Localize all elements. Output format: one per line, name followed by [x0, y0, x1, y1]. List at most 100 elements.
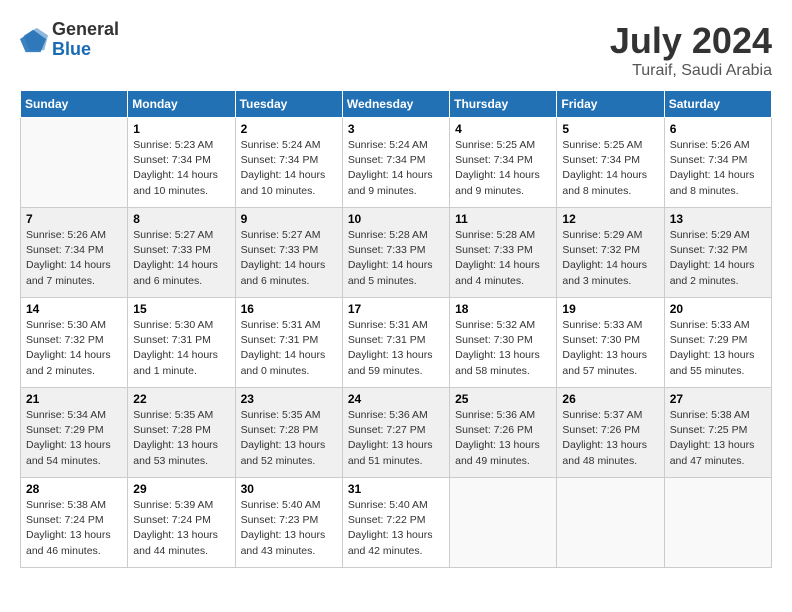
calendar-cell: 24 Sunrise: 5:36 AMSunset: 7:27 PMDayligh… [342, 388, 449, 478]
calendar-cell: 16Sunrise: 5:31 AMSunset: 7:31 PMDayligh… [235, 298, 342, 388]
day-number: 23 [241, 392, 337, 406]
day-number: 2 [241, 122, 337, 136]
day-number: 4 [455, 122, 551, 136]
week-row-3: 14Sunrise: 5:30 AMSunset: 7:32 PMDayligh… [21, 298, 772, 388]
day-info: Sunrise: 5:40 AMSunset: 7:23 PMDaylight:… [241, 498, 337, 559]
calendar-cell: 14Sunrise: 5:30 AMSunset: 7:32 PMDayligh… [21, 298, 128, 388]
week-row-2: 7Sunrise: 5:26 AMSunset: 7:34 PMDaylight… [21, 208, 772, 298]
logo: General Blue [20, 20, 119, 60]
day-number: 6 [670, 122, 766, 136]
day-info: Sunrise: 5:30 AMSunset: 7:31 PMDaylight:… [133, 318, 229, 379]
day-number: 26 [562, 392, 658, 406]
day-number: 17 [348, 302, 444, 316]
logo-icon [20, 26, 48, 54]
day-number: 7 [26, 212, 122, 226]
day-number: 25 [455, 392, 551, 406]
day-info: Sunrise: 5:38 AMSunset: 7:24 PMDaylight:… [26, 498, 122, 559]
day-info: Sunrise: 5:33 AMSunset: 7:29 PMDaylight:… [670, 318, 766, 379]
day-number: 15 [133, 302, 229, 316]
week-row-4: 21Sunrise: 5:34 AMSunset: 7:29 PMDayligh… [21, 388, 772, 478]
day-number: 9 [241, 212, 337, 226]
calendar-cell: 15 Sunrise: 5:30 AMSunset: 7:31 PMDayligh… [128, 298, 235, 388]
calendar-cell: 30 Sunrise: 5:40 AMSunset: 7:23 PMDayligh… [235, 478, 342, 568]
day-info: Sunrise: 5:37 AMSunset: 7:26 PMDaylight:… [562, 408, 658, 469]
calendar-cell: 6 Sunrise: 5:26 AMSunset: 7:34 PMDaylight… [664, 118, 771, 208]
day-info: Sunrise: 5:38 AMSunset: 7:25 PMDaylight:… [670, 408, 766, 469]
calendar-cell: 17 Sunrise: 5:31 AMSunset: 7:31 PMDayligh… [342, 298, 449, 388]
week-row-5: 28 Sunrise: 5:38 AMSunset: 7:24 PMDayligh… [21, 478, 772, 568]
calendar-cell: 9 Sunrise: 5:27 AMSunset: 7:33 PMDaylight… [235, 208, 342, 298]
day-info: Sunrise: 5:25 AMSunset: 7:34 PMDaylight:… [455, 138, 551, 199]
calendar-cell: 11Sunrise: 5:28 AMSunset: 7:33 PMDayligh… [450, 208, 557, 298]
calendar-cell [664, 478, 771, 568]
calendar-cell: 27 Sunrise: 5:38 AMSunset: 7:25 PMDayligh… [664, 388, 771, 478]
title-section: July 2024 Turaif, Saudi Arabia [610, 20, 772, 80]
day-info: Sunrise: 5:35 AMSunset: 7:28 PMDaylight:… [133, 408, 229, 469]
day-number: 19 [562, 302, 658, 316]
month-title: July 2024 [610, 20, 772, 62]
calendar-cell: 12Sunrise: 5:29 AMSunset: 7:32 PMDayligh… [557, 208, 664, 298]
day-info: Sunrise: 5:35 AMSunset: 7:28 PMDaylight:… [241, 408, 337, 469]
weekday-header-row: SundayMondayTuesdayWednesdayThursdayFrid… [21, 91, 772, 118]
calendar-cell [450, 478, 557, 568]
weekday-header-friday: Friday [557, 91, 664, 118]
day-info: Sunrise: 5:24 AMSunset: 7:34 PMDaylight:… [241, 138, 337, 199]
day-info: Sunrise: 5:34 AMSunset: 7:29 PMDaylight:… [26, 408, 122, 469]
day-number: 16 [241, 302, 337, 316]
weekday-header-tuesday: Tuesday [235, 91, 342, 118]
logo-blue: Blue [52, 40, 119, 60]
calendar-cell: 5Sunrise: 5:25 AMSunset: 7:34 PMDaylight… [557, 118, 664, 208]
calendar-table: SundayMondayTuesdayWednesdayThursdayFrid… [20, 90, 772, 568]
calendar-cell [557, 478, 664, 568]
day-number: 8 [133, 212, 229, 226]
calendar-cell [21, 118, 128, 208]
calendar-cell: 19 Sunrise: 5:33 AMSunset: 7:30 PMDayligh… [557, 298, 664, 388]
day-info: Sunrise: 5:29 AMSunset: 7:32 PMDaylight:… [670, 228, 766, 289]
day-number: 13 [670, 212, 766, 226]
day-info: Sunrise: 5:36 AMSunset: 7:26 PMDaylight:… [455, 408, 551, 469]
day-info: Sunrise: 5:31 AMSunset: 7:31 PMDaylight:… [348, 318, 444, 379]
day-info: Sunrise: 5:36 AMSunset: 7:27 PMDaylight:… [348, 408, 444, 469]
weekday-header-saturday: Saturday [664, 91, 771, 118]
day-number: 14 [26, 302, 122, 316]
calendar-cell: 4 Sunrise: 5:25 AMSunset: 7:34 PMDaylight… [450, 118, 557, 208]
day-number: 3 [348, 122, 444, 136]
calendar-cell: 31Sunrise: 5:40 AMSunset: 7:22 PMDayligh… [342, 478, 449, 568]
calendar-cell: 20 Sunrise: 5:33 AMSunset: 7:29 PMDayligh… [664, 298, 771, 388]
day-number: 24 [348, 392, 444, 406]
day-number: 27 [670, 392, 766, 406]
calendar-cell: 8 Sunrise: 5:27 AMSunset: 7:33 PMDaylight… [128, 208, 235, 298]
day-info: Sunrise: 5:24 AMSunset: 7:34 PMDaylight:… [348, 138, 444, 199]
day-info: Sunrise: 5:28 AMSunset: 7:33 PMDaylight:… [455, 228, 551, 289]
calendar-cell: 1Sunrise: 5:23 AMSunset: 7:34 PMDaylight… [128, 118, 235, 208]
calendar-cell: 25 Sunrise: 5:36 AMSunset: 7:26 PMDayligh… [450, 388, 557, 478]
day-info: Sunrise: 5:33 AMSunset: 7:30 PMDaylight:… [562, 318, 658, 379]
weekday-header-wednesday: Wednesday [342, 91, 449, 118]
calendar-cell: 3 Sunrise: 5:24 AMSunset: 7:34 PMDaylight… [342, 118, 449, 208]
location: Turaif, Saudi Arabia [610, 62, 772, 80]
week-row-1: 1Sunrise: 5:23 AMSunset: 7:34 PMDaylight… [21, 118, 772, 208]
calendar-cell: 23 Sunrise: 5:35 AMSunset: 7:28 PMDayligh… [235, 388, 342, 478]
calendar-cell: 18 Sunrise: 5:32 AMSunset: 7:30 PMDayligh… [450, 298, 557, 388]
calendar-cell: 7Sunrise: 5:26 AMSunset: 7:34 PMDaylight… [21, 208, 128, 298]
day-number: 30 [241, 482, 337, 496]
day-info: Sunrise: 5:29 AMSunset: 7:32 PMDaylight:… [562, 228, 658, 289]
day-number: 31 [348, 482, 444, 496]
calendar-cell: 28 Sunrise: 5:38 AMSunset: 7:24 PMDayligh… [21, 478, 128, 568]
weekday-header-monday: Monday [128, 91, 235, 118]
day-number: 22 [133, 392, 229, 406]
day-info: Sunrise: 5:26 AMSunset: 7:34 PMDaylight:… [670, 138, 766, 199]
day-number: 28 [26, 482, 122, 496]
day-number: 20 [670, 302, 766, 316]
calendar-cell: 21Sunrise: 5:34 AMSunset: 7:29 PMDayligh… [21, 388, 128, 478]
calendar-cell: 10Sunrise: 5:28 AMSunset: 7:33 PMDayligh… [342, 208, 449, 298]
day-info: Sunrise: 5:39 AMSunset: 7:24 PMDaylight:… [133, 498, 229, 559]
calendar-cell: 29Sunrise: 5:39 AMSunset: 7:24 PMDayligh… [128, 478, 235, 568]
page-header: General Blue July 2024 Turaif, Saudi Ara… [20, 20, 772, 80]
calendar-cell: 22 Sunrise: 5:35 AMSunset: 7:28 PMDayligh… [128, 388, 235, 478]
day-info: Sunrise: 5:32 AMSunset: 7:30 PMDaylight:… [455, 318, 551, 379]
day-info: Sunrise: 5:27 AMSunset: 7:33 PMDaylight:… [241, 228, 337, 289]
day-number: 18 [455, 302, 551, 316]
day-info: Sunrise: 5:27 AMSunset: 7:33 PMDaylight:… [133, 228, 229, 289]
day-info: Sunrise: 5:25 AMSunset: 7:34 PMDaylight:… [562, 138, 658, 199]
